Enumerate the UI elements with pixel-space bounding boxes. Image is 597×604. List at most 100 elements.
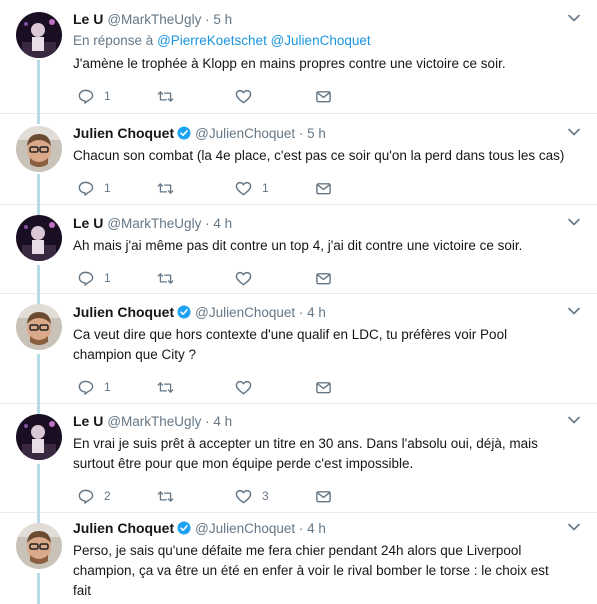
like-button[interactable]: 1: [235, 178, 269, 198]
heart-icon: [235, 489, 252, 503]
separator-dot: ·: [295, 305, 308, 320]
thread-connector: [37, 573, 40, 604]
tweet-text: Perso, je sais qu'une défaite me fera ch…: [73, 543, 549, 598]
tweet[interactable]: Le U @MarkTheUgly · 4 h En vrai je suis p…: [0, 402, 597, 516]
conversation-thread: Le U @MarkTheUgly · 5 h En réponse à @Pie…: [0, 0, 597, 604]
user-handle[interactable]: @MarkTheUgly: [107, 216, 201, 231]
reply-button[interactable]: 1: [77, 86, 111, 106]
retweet-button[interactable]: [157, 268, 184, 288]
thread-connector: [37, 402, 40, 414]
direct-message-button[interactable]: [315, 178, 332, 198]
display-name[interactable]: Le U: [73, 413, 103, 429]
thread-connector: [37, 112, 40, 124]
chevron-down-icon[interactable]: [567, 125, 581, 139]
like-button[interactable]: 3: [235, 486, 269, 506]
chevron-down-icon[interactable]: [567, 215, 581, 229]
heart-icon: [235, 89, 252, 103]
tweet-text: En vrai je suis prêt à accepter un titre…: [73, 436, 538, 471]
retweet-button[interactable]: [157, 86, 184, 106]
user-handle[interactable]: @MarkTheUgly: [107, 414, 201, 429]
reply-count: 1: [104, 181, 111, 195]
direct-message-button[interactable]: [315, 377, 332, 397]
tweet-text: J'amène le trophée à Klopp en mains prop…: [73, 56, 506, 71]
user-handle[interactable]: @JulienChoquet: [195, 126, 295, 141]
user-handle[interactable]: @JulienChoquet: [195, 521, 295, 536]
user-handle[interactable]: @MarkTheUgly: [107, 12, 201, 27]
mention-link[interactable]: @JulienChoquet: [271, 33, 371, 48]
retweet-icon: [157, 381, 174, 393]
reply-icon: [78, 489, 94, 504]
like-button[interactable]: [235, 377, 262, 397]
thread-connector: [37, 464, 40, 516]
timestamp[interactable]: 4 h: [213, 216, 232, 231]
tweet[interactable]: Le U @MarkTheUgly · 4 h Ah mais j'ai même…: [0, 203, 597, 295]
like-button[interactable]: [235, 268, 262, 288]
tweet-header: Le U @MarkTheUgly · 4 h: [73, 412, 583, 430]
tweet-text: Ah mais j'ai même pas dit contre un top …: [73, 238, 523, 253]
chevron-down-icon[interactable]: [567, 413, 581, 427]
reply-button[interactable]: 1: [77, 178, 111, 198]
tweet-header: Le U @MarkTheUgly · 5 h: [73, 10, 583, 28]
thread-connector: [37, 60, 40, 114]
separator-dot: ·: [295, 126, 308, 141]
display-name[interactable]: Le U: [73, 215, 103, 231]
thread-connector: [37, 292, 40, 304]
tweet-text: Chacun son combat (la 4e place, c'est pa…: [73, 148, 565, 163]
display-name[interactable]: Le U: [73, 11, 103, 27]
tweet-text: Ca veut dire que hors contexte d'une qua…: [73, 327, 508, 362]
avatar[interactable]: [16, 523, 62, 569]
separator-dot: ·: [201, 414, 214, 429]
display-name[interactable]: Julien Choquet: [73, 520, 174, 536]
envelope-icon: [316, 490, 331, 502]
avatar[interactable]: [16, 304, 62, 350]
mention-link[interactable]: @PierreKoetschet: [157, 33, 267, 48]
tweet[interactable]: Julien Choquet @JulienChoquet · 5 h Chacu…: [0, 112, 597, 206]
thread-connector: [37, 511, 40, 523]
tweet-actions: 2 3: [73, 486, 583, 506]
retweet-button[interactable]: [157, 377, 184, 397]
retweet-button[interactable]: [157, 486, 184, 506]
avatar[interactable]: [16, 126, 62, 172]
thread-connector: [37, 203, 40, 215]
separator-dot: ·: [201, 12, 214, 27]
avatar[interactable]: [16, 12, 62, 58]
display-name[interactable]: Julien Choquet: [73, 304, 174, 320]
like-button[interactable]: [235, 86, 262, 106]
verified-badge-icon: [177, 305, 191, 319]
like-count: 3: [262, 489, 269, 503]
tweet-header: Julien Choquet @JulienChoquet · 4 h: [73, 519, 583, 537]
user-handle[interactable]: @JulienChoquet: [195, 305, 295, 320]
reply-icon: [78, 181, 94, 196]
reply-button[interactable]: 1: [77, 377, 111, 397]
reply-count: 1: [104, 271, 111, 285]
heart-icon: [235, 271, 252, 285]
chevron-down-icon[interactable]: [567, 11, 581, 25]
retweet-icon: [157, 490, 174, 502]
avatar[interactable]: [16, 414, 62, 460]
thread-connector: [37, 354, 40, 406]
chevron-down-icon[interactable]: [567, 304, 581, 318]
timestamp[interactable]: 4 h: [213, 414, 232, 429]
reply-context: En réponse à @PierreKoetschet @JulienCho…: [73, 32, 583, 50]
reply-icon: [78, 271, 94, 286]
direct-message-button[interactable]: [315, 486, 332, 506]
reply-button[interactable]: 1: [77, 268, 111, 288]
tweet-actions: 1: [73, 86, 583, 106]
display-name[interactable]: Julien Choquet: [73, 125, 174, 141]
tweet-header: Le U @MarkTheUgly · 4 h: [73, 214, 583, 232]
tweet-header: Julien Choquet @JulienChoquet · 4 h: [73, 303, 583, 321]
chevron-down-icon[interactable]: [567, 520, 581, 534]
reply-button[interactable]: 2: [77, 486, 111, 506]
retweet-button[interactable]: [157, 178, 184, 198]
timestamp[interactable]: 5 h: [307, 126, 326, 141]
tweet[interactable]: Julien Choquet @JulienChoquet · 4 h Perso…: [0, 511, 597, 604]
tweet-actions: 1: [73, 268, 583, 288]
tweet[interactable]: Julien Choquet @JulienChoquet · 4 h Ca ve…: [0, 292, 597, 406]
avatar[interactable]: [16, 215, 62, 261]
direct-message-button[interactable]: [315, 268, 332, 288]
timestamp[interactable]: 4 h: [307, 521, 326, 536]
tweet[interactable]: Le U @MarkTheUgly · 5 h En réponse à @Pie…: [0, 0, 597, 114]
direct-message-button[interactable]: [315, 86, 332, 106]
timestamp[interactable]: 5 h: [213, 12, 232, 27]
timestamp[interactable]: 4 h: [307, 305, 326, 320]
